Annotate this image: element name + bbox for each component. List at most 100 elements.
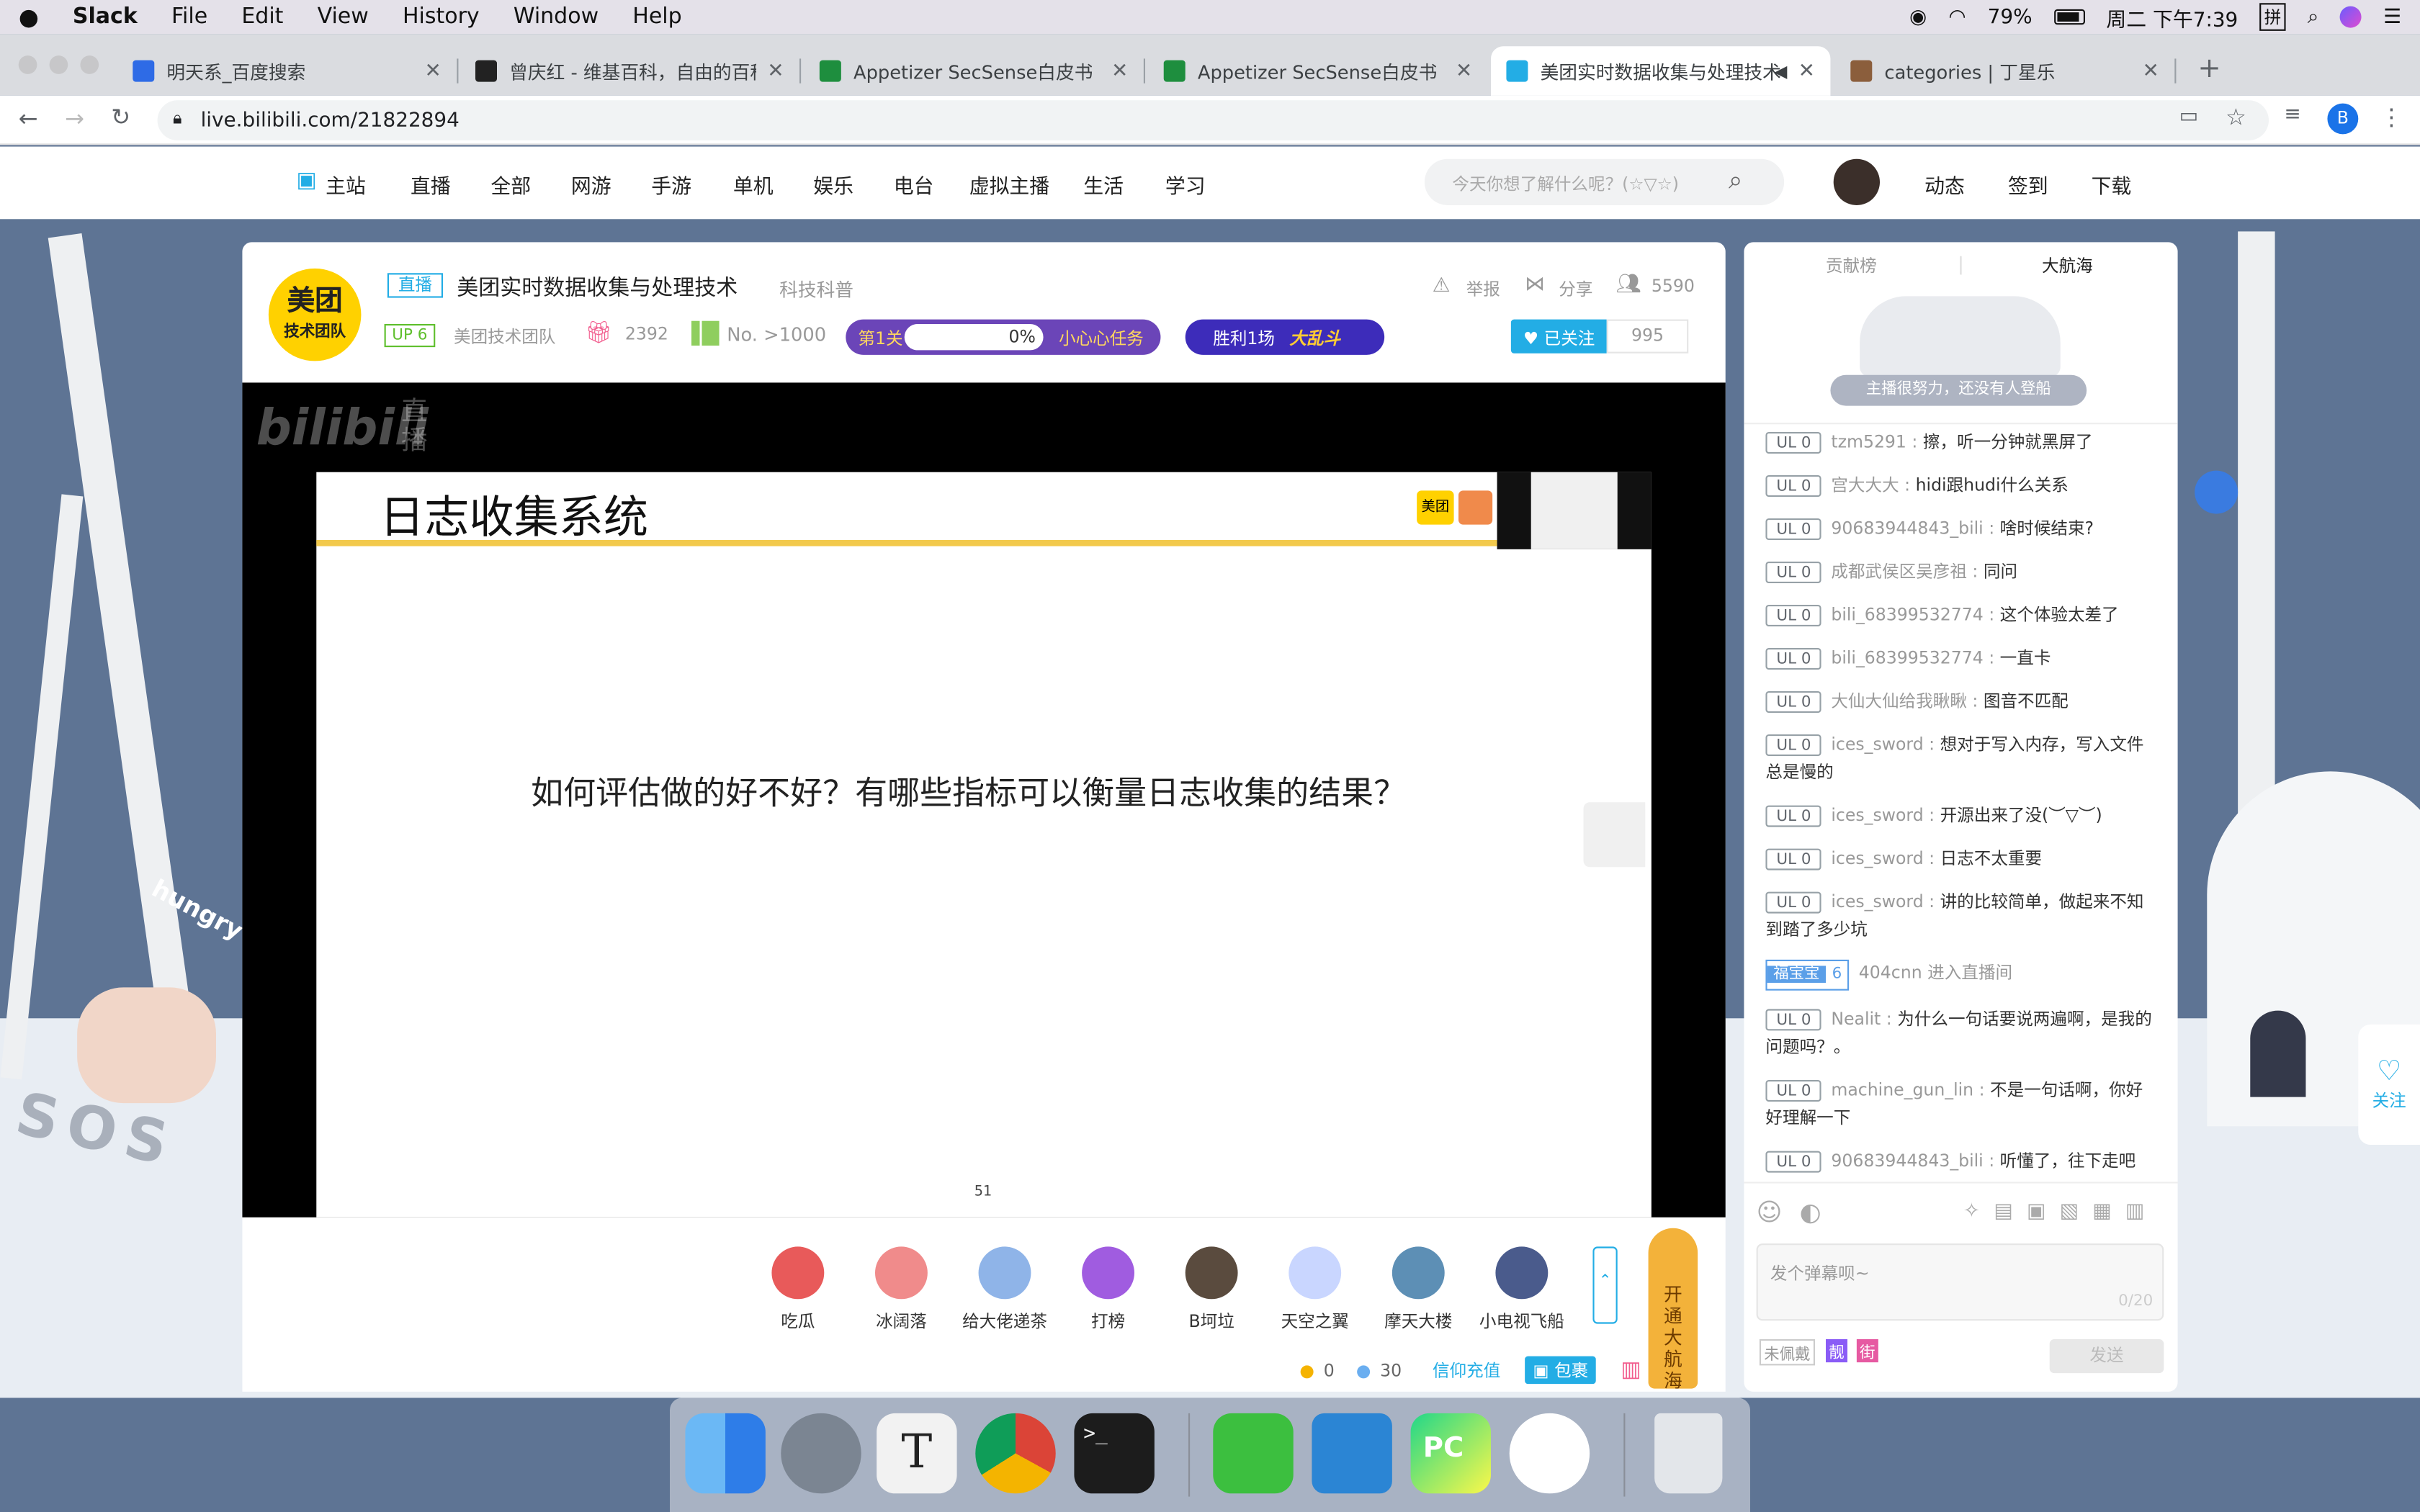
send-button[interactable]: 发送	[2049, 1339, 2164, 1374]
nav-online-games[interactable]: 网游	[571, 170, 611, 199]
address-bar[interactable]: 🔒︎ live.bilibili.com/21822894	[157, 100, 2269, 140]
side-mascot[interactable]	[2195, 470, 2238, 514]
pycharm-icon[interactable]: PC	[1410, 1413, 1491, 1494]
cast-icon[interactable]: ▭	[2179, 105, 2198, 128]
clock[interactable]: 周二 下午7:39	[2106, 2, 2238, 32]
title-tag-1[interactable]: 靓	[1826, 1339, 1847, 1363]
nav-checkin[interactable]: 签到	[2008, 170, 2048, 199]
nav-single-games[interactable]: 单机	[733, 170, 774, 199]
danmaku-user[interactable]: 宫大大大	[1831, 475, 1899, 495]
browser-tab[interactable]: 明天系_百度搜索 ✕	[117, 46, 459, 96]
enter-user[interactable]: 404cnn	[1859, 963, 1922, 983]
search-input[interactable]: 今天你想了解什么呢？(☆▽☆) ⌕	[1424, 158, 1785, 205]
siri-icon[interactable]	[2340, 6, 2362, 28]
slack-icon[interactable]	[1509, 1413, 1590, 1494]
browser-tab[interactable]: 曾庆红 - 维基百科，自由的百科全书 ✕	[460, 46, 802, 96]
tool-icon-5[interactable]: ▥	[2125, 1200, 2144, 1223]
menu-view[interactable]: View	[318, 4, 369, 29]
tool-icon-3[interactable]: ▧	[2060, 1200, 2079, 1223]
search-icon[interactable]: ⌕	[1729, 165, 1742, 196]
up-name[interactable]: 美团技术团队	[454, 324, 555, 348]
heart-task-bar[interactable]: 第1关 0% 小心心任务	[846, 319, 1161, 355]
gift-item[interactable]: B坷垃	[1162, 1246, 1261, 1333]
menu-history[interactable]: History	[403, 4, 480, 29]
tab-close-icon[interactable]: ✕	[1798, 60, 1815, 83]
nav-mobile-games[interactable]: 手游	[651, 170, 691, 199]
tool-icon-2[interactable]: ▣	[2027, 1200, 2045, 1223]
menu-edit[interactable]: Edit	[241, 4, 283, 29]
danmaku-user[interactable]: 90683944843_bili	[1831, 518, 1983, 539]
wechat-icon[interactable]	[1213, 1413, 1294, 1494]
danmaku-user[interactable]: 成都武侯区吴彦祖	[1831, 562, 1967, 582]
danmaku-user[interactable]: 大仙大仙给我瞅瞅	[1831, 691, 1967, 711]
nav-download[interactable]: 下载	[2092, 170, 2132, 199]
spotlight-icon[interactable]: ⌕	[2308, 6, 2319, 29]
recharge-link[interactable]: 信仰充值	[1433, 1358, 1500, 1382]
danmaku-user[interactable]: bili_68399532774	[1831, 648, 1983, 668]
reading-list-icon[interactable]: ≡	[2284, 104, 2300, 127]
medal-unworn[interactable]: 未佩戴	[1759, 1339, 1815, 1366]
reload-icon[interactable]: ↻	[111, 104, 130, 132]
danmaku-user[interactable]: ices_sword	[1831, 806, 1923, 826]
followed-button[interactable]: ♥ 已关注	[1510, 319, 1607, 354]
menu-file[interactable]: File	[171, 4, 207, 29]
input-method-icon[interactable]: 拼	[2259, 3, 2286, 31]
red-gift-icon[interactable]: ▥	[1621, 1358, 1641, 1382]
terminal-icon[interactable]: >_	[1074, 1413, 1155, 1494]
gift-item[interactable]: 吃瓜	[748, 1246, 847, 1333]
window-minimize-button[interactable]	[49, 55, 68, 74]
apple-icon[interactable]: ●	[19, 3, 39, 31]
side-follow-button[interactable]: ♡ 关注	[2358, 1024, 2420, 1145]
danmaku-list[interactable]: UL 0 tzm5291 : 擦，听一分钟就黑屏了 UL 0 宫大大大 : hidi跟…	[1744, 424, 2177, 1180]
room-category[interactable]: 科技科普	[779, 276, 853, 302]
profile-avatar[interactable]: B	[2327, 103, 2359, 135]
nav-all[interactable]: 全部	[490, 170, 531, 199]
tool-icon-4[interactable]: ▦	[2092, 1200, 2111, 1223]
tab-close-icon[interactable]: ✕	[767, 60, 784, 83]
streamer-avatar[interactable]: 美团 技术团队	[268, 268, 362, 361]
user-avatar[interactable]	[1833, 158, 1880, 205]
pk-win-badge[interactable]: 胜利1场 大乱斗	[1185, 319, 1385, 355]
trash-icon[interactable]	[1654, 1413, 1723, 1494]
launchpad-icon[interactable]	[781, 1413, 861, 1494]
gift-item[interactable]: 天空之翼	[1265, 1246, 1364, 1333]
gift-item[interactable]: 摩天大楼	[1369, 1246, 1468, 1333]
report-icon[interactable]: ⚠	[1433, 274, 1451, 297]
danmaku-user[interactable]: 90683944843_bili	[1831, 1151, 1983, 1171]
nav-live[interactable]: 直播	[411, 170, 451, 199]
bookmark-star-icon[interactable]: ☆	[2226, 104, 2246, 132]
danmaku-user[interactable]: tzm5291	[1831, 432, 1906, 452]
wifi-icon[interactable]: ◠	[1948, 6, 1966, 29]
back-icon[interactable]: ←	[19, 105, 38, 133]
report-link[interactable]: 举报	[1466, 276, 1500, 301]
control-center-icon[interactable]: ☰	[2383, 6, 2401, 29]
forward-icon[interactable]: →	[65, 105, 84, 133]
nav-life[interactable]: 生活	[1083, 170, 1124, 199]
tab-close-icon[interactable]: ✕	[2142, 60, 2159, 83]
window-close-button[interactable]	[18, 55, 37, 74]
browser-tab[interactable]: 美团实时数据收集与处理技术 ◀︎ ✕	[1491, 46, 1831, 96]
finder-icon[interactable]	[685, 1413, 766, 1494]
tool-icon-1[interactable]: ▤	[1994, 1200, 2012, 1223]
nav-study[interactable]: 学习	[1165, 170, 1206, 199]
browser-menu-icon[interactable]: ⋮	[2380, 104, 2403, 132]
tab-close-icon[interactable]: ✕	[1111, 60, 1128, 83]
rank-text[interactable]: No. >1000	[727, 324, 826, 346]
chrome-icon[interactable]	[975, 1413, 1056, 1494]
title-tag-2[interactable]: 街	[1856, 1339, 1878, 1363]
tab-captain[interactable]: 大航海	[2042, 253, 2093, 277]
player-side-toggle[interactable]	[1583, 802, 1646, 868]
danmaku-user[interactable]: ices_sword	[1831, 734, 1923, 755]
nav-virtual[interactable]: 虚拟主播	[969, 170, 1049, 199]
danmaku-user[interactable]: bili_68399532774	[1831, 605, 1983, 625]
danmaku-user[interactable]: Nealit	[1831, 1009, 1881, 1029]
wechat-status-icon[interactable]: ◉	[1909, 6, 1927, 29]
tab-audio-icon[interactable]: ◀︎	[1774, 61, 1787, 81]
emoji-icon[interactable]: ☺	[1757, 1197, 1783, 1227]
captain-button[interactable]: 开通大航海	[1648, 1228, 1698, 1392]
browser-tab[interactable]: Appetizer SecSense白皮书 ✕	[1148, 46, 1487, 96]
share-link[interactable]: 分享	[1559, 276, 1592, 301]
tab-close-icon[interactable]: ✕	[424, 60, 441, 83]
package-button[interactable]: ▣ 包裹	[1525, 1356, 1596, 1385]
nav-main-site[interactable]: 主站	[326, 170, 366, 199]
